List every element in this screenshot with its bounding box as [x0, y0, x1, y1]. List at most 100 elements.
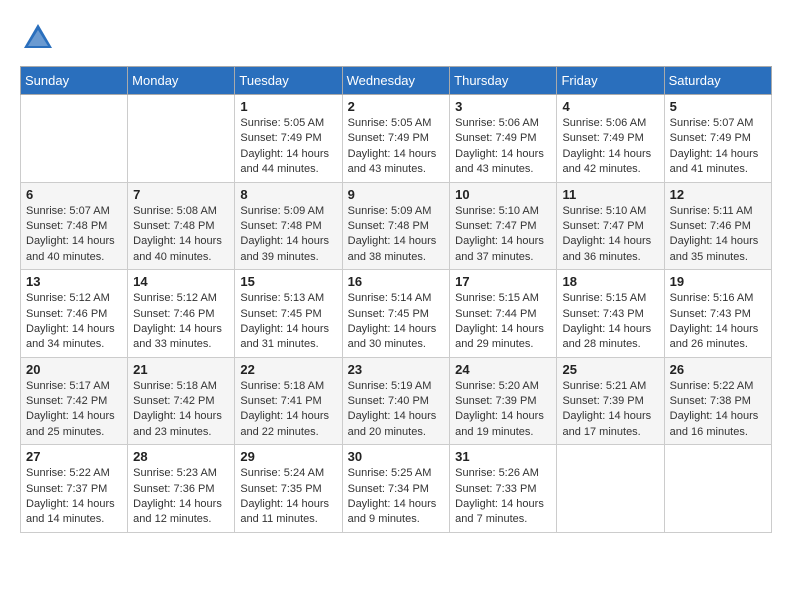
calendar-cell: 31Sunrise: 5:26 AMSunset: 7:33 PMDayligh…: [450, 445, 557, 533]
calendar-cell: 4 Sunrise: 5:06 AMSunset: 7:49 PMDaylight…: [557, 95, 664, 183]
calendar-header-row: SundayMondayTuesdayWednesdayThursdayFrid…: [21, 67, 772, 95]
day-number: 22: [240, 362, 336, 377]
day-number: 19: [670, 274, 766, 289]
calendar-cell: [21, 95, 128, 183]
day-info: Sunrise: 5:13 AMSunset: 7:45 PMDaylight:…: [240, 291, 336, 353]
day-number: 9: [348, 187, 445, 202]
day-info: Sunrise: 5:18 AMSunset: 7:41 PMDaylight:…: [240, 379, 336, 441]
calendar-cell: [128, 95, 235, 183]
calendar-header-wednesday: Wednesday: [342, 67, 450, 95]
day-info: Sunrise: 5:20 AMSunset: 7:39 PMDaylight:…: [455, 379, 551, 441]
calendar-cell: 10Sunrise: 5:10 AMSunset: 7:47 PMDayligh…: [450, 182, 557, 270]
logo: [20, 20, 60, 56]
day-info: Sunrise: 5:12 AMSunset: 7:46 PMDaylight:…: [133, 291, 229, 353]
calendar-cell: 3 Sunrise: 5:06 AMSunset: 7:49 PMDaylight…: [450, 95, 557, 183]
calendar-cell: 11 Sunrise: 5:10 AMSunset: 7:47 PMDayligh…: [557, 182, 664, 270]
day-info: Sunrise: 5:10 AMSunset: 7:47 PMDaylight:…: [562, 204, 658, 266]
day-info: Sunrise: 5:21 AMSunset: 7:39 PMDaylight:…: [562, 379, 658, 441]
day-number: 6: [26, 187, 122, 202]
day-info: Sunrise: 5:17 AMSunset: 7:42 PMDaylight:…: [26, 379, 122, 441]
calendar-cell: 12 Sunrise: 5:11 AMSunset: 7:46 PMDayligh…: [664, 182, 771, 270]
calendar-cell: 21 Sunrise: 5:18 AMSunset: 7:42 PMDayligh…: [128, 357, 235, 445]
day-info: Sunrise: 5:22 AMSunset: 7:38 PMDaylight:…: [670, 379, 766, 441]
calendar-cell: 6 Sunrise: 5:07 AMSunset: 7:48 PMDaylight…: [21, 182, 128, 270]
day-info: Sunrise: 5:06 AMSunset: 7:49 PMDaylight:…: [455, 116, 551, 178]
day-number: 25: [562, 362, 658, 377]
calendar-header-friday: Friday: [557, 67, 664, 95]
day-number: 24: [455, 362, 551, 377]
calendar-week-5: 27Sunrise: 5:22 AMSunset: 7:37 PMDayligh…: [21, 445, 772, 533]
day-number: 8: [240, 187, 336, 202]
day-number: 12: [670, 187, 766, 202]
day-number: 3: [455, 99, 551, 114]
day-number: 1: [240, 99, 336, 114]
calendar-week-3: 13 Sunrise: 5:12 AMSunset: 7:46 PMDayligh…: [21, 270, 772, 358]
day-number: 14: [133, 274, 229, 289]
day-info: Sunrise: 5:07 AMSunset: 7:48 PMDaylight:…: [26, 204, 122, 266]
calendar-cell: 16 Sunrise: 5:14 AMSunset: 7:45 PMDayligh…: [342, 270, 450, 358]
day-info: Sunrise: 5:05 AMSunset: 7:49 PMDaylight:…: [240, 116, 336, 178]
calendar-week-2: 6 Sunrise: 5:07 AMSunset: 7:48 PMDaylight…: [21, 182, 772, 270]
calendar-header-tuesday: Tuesday: [235, 67, 342, 95]
day-info: Sunrise: 5:06 AMSunset: 7:49 PMDaylight:…: [562, 116, 658, 178]
day-number: 23: [348, 362, 445, 377]
calendar-cell: 8 Sunrise: 5:09 AMSunset: 7:48 PMDaylight…: [235, 182, 342, 270]
calendar-header-saturday: Saturday: [664, 67, 771, 95]
logo-icon: [20, 20, 56, 56]
day-number: 21: [133, 362, 229, 377]
calendar-cell: 14 Sunrise: 5:12 AMSunset: 7:46 PMDayligh…: [128, 270, 235, 358]
day-number: 2: [348, 99, 445, 114]
day-number: 4: [562, 99, 658, 114]
day-info: Sunrise: 5:14 AMSunset: 7:45 PMDaylight:…: [348, 291, 445, 353]
calendar-cell: 13 Sunrise: 5:12 AMSunset: 7:46 PMDayligh…: [21, 270, 128, 358]
calendar-cell: [557, 445, 664, 533]
day-info: Sunrise: 5:09 AMSunset: 7:48 PMDaylight:…: [348, 204, 445, 266]
day-info: Sunrise: 5:08 AMSunset: 7:48 PMDaylight:…: [133, 204, 229, 266]
day-number: 11: [562, 187, 658, 202]
calendar-header-sunday: Sunday: [21, 67, 128, 95]
calendar-cell: 2 Sunrise: 5:05 AMSunset: 7:49 PMDaylight…: [342, 95, 450, 183]
calendar-cell: 9 Sunrise: 5:09 AMSunset: 7:48 PMDaylight…: [342, 182, 450, 270]
day-number: 13: [26, 274, 122, 289]
day-info: Sunrise: 5:26 AMSunset: 7:33 PMDaylight:…: [455, 466, 551, 528]
calendar-cell: 23 Sunrise: 5:19 AMSunset: 7:40 PMDayligh…: [342, 357, 450, 445]
day-number: 26: [670, 362, 766, 377]
day-info: Sunrise: 5:09 AMSunset: 7:48 PMDaylight:…: [240, 204, 336, 266]
day-number: 5: [670, 99, 766, 114]
day-info: Sunrise: 5:16 AMSunset: 7:43 PMDaylight:…: [670, 291, 766, 353]
day-number: 10: [455, 187, 551, 202]
day-number: 17: [455, 274, 551, 289]
day-number: 29: [240, 449, 336, 464]
day-number: 20: [26, 362, 122, 377]
day-number: 28: [133, 449, 229, 464]
calendar-cell: 29Sunrise: 5:24 AMSunset: 7:35 PMDayligh…: [235, 445, 342, 533]
day-info: Sunrise: 5:12 AMSunset: 7:46 PMDaylight:…: [26, 291, 122, 353]
day-info: Sunrise: 5:11 AMSunset: 7:46 PMDaylight:…: [670, 204, 766, 266]
calendar-cell: 30Sunrise: 5:25 AMSunset: 7:34 PMDayligh…: [342, 445, 450, 533]
calendar-cell: 18 Sunrise: 5:15 AMSunset: 7:43 PMDayligh…: [557, 270, 664, 358]
calendar-cell: 7 Sunrise: 5:08 AMSunset: 7:48 PMDaylight…: [128, 182, 235, 270]
calendar-cell: [664, 445, 771, 533]
day-number: 15: [240, 274, 336, 289]
day-number: 30: [348, 449, 445, 464]
calendar-cell: 24 Sunrise: 5:20 AMSunset: 7:39 PMDayligh…: [450, 357, 557, 445]
day-info: Sunrise: 5:19 AMSunset: 7:40 PMDaylight:…: [348, 379, 445, 441]
calendar-cell: 25 Sunrise: 5:21 AMSunset: 7:39 PMDayligh…: [557, 357, 664, 445]
calendar-header-thursday: Thursday: [450, 67, 557, 95]
calendar-week-4: 20 Sunrise: 5:17 AMSunset: 7:42 PMDayligh…: [21, 357, 772, 445]
day-info: Sunrise: 5:05 AMSunset: 7:49 PMDaylight:…: [348, 116, 445, 178]
day-number: 7: [133, 187, 229, 202]
day-info: Sunrise: 5:18 AMSunset: 7:42 PMDaylight:…: [133, 379, 229, 441]
calendar-cell: 19 Sunrise: 5:16 AMSunset: 7:43 PMDayligh…: [664, 270, 771, 358]
calendar-cell: 20 Sunrise: 5:17 AMSunset: 7:42 PMDayligh…: [21, 357, 128, 445]
calendar-cell: 28Sunrise: 5:23 AMSunset: 7:36 PMDayligh…: [128, 445, 235, 533]
day-info: Sunrise: 5:15 AMSunset: 7:43 PMDaylight:…: [562, 291, 658, 353]
day-number: 27: [26, 449, 122, 464]
calendar-cell: 5 Sunrise: 5:07 AMSunset: 7:49 PMDaylight…: [664, 95, 771, 183]
calendar-header-monday: Monday: [128, 67, 235, 95]
page-header: [20, 20, 772, 56]
day-number: 18: [562, 274, 658, 289]
calendar-week-1: 1 Sunrise: 5:05 AMSunset: 7:49 PMDaylight…: [21, 95, 772, 183]
day-info: Sunrise: 5:07 AMSunset: 7:49 PMDaylight:…: [670, 116, 766, 178]
day-number: 16: [348, 274, 445, 289]
